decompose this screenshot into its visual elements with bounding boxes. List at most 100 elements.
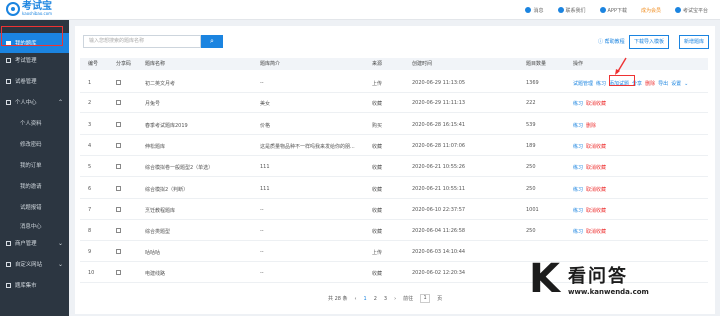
cell-intro: 111 [260, 164, 270, 170]
row-action-link[interactable]: 练习 [573, 208, 583, 214]
share-icon[interactable] [116, 80, 121, 87]
page-1[interactable]: 1 [364, 296, 367, 302]
row-action-link[interactable]: 练习 [573, 229, 583, 235]
row-action-link[interactable]: 导出 [658, 81, 668, 87]
row-action-link[interactable]: 练习 [573, 101, 583, 107]
share-icon[interactable] [116, 186, 121, 193]
sidebar-item-invites[interactable]: 我的邀请 [0, 180, 69, 192]
col-share: 分享码 [116, 61, 132, 67]
sidebar-item-orders[interactable]: 我的订单 [0, 159, 69, 171]
topnav-app-download[interactable]: APP下载 [599, 7, 627, 14]
sidebar-item-merchant[interactable]: 商户管理 ⌄ [0, 237, 69, 249]
row-action-link[interactable]: 取消收藏 [586, 144, 606, 150]
topnav-label: 成为会员 [640, 7, 661, 14]
sidebar-item-error-report[interactable]: 试题报错 [0, 201, 69, 213]
cell-source: 上传 [372, 81, 383, 87]
cell-count: 222 [526, 100, 536, 106]
sidebar-item-change-password[interactable]: 修改密码 [0, 138, 69, 150]
sidebar-item-label: 我的邀请 [20, 184, 42, 190]
sidebar-item-custom-site[interactable]: 自定义网站 ⌄ [0, 258, 69, 270]
cell-count: 250 [526, 186, 536, 192]
topnav-messages[interactable]: 消息 [525, 7, 544, 14]
cell-intro: -- [260, 207, 264, 213]
topnav-user[interactable]: 考试宝平台 [674, 7, 708, 14]
search-button[interactable]: ⌕ [201, 35, 223, 48]
row-action-link[interactable]: 练习 [573, 187, 583, 193]
sidebar-item-profile[interactable]: 个人资料 [0, 117, 69, 129]
share-icon[interactable] [116, 122, 121, 129]
row-action-link[interactable]: 练习 [573, 165, 583, 171]
new-bank-button[interactable]: 新增题库 [679, 35, 710, 49]
chevron-down-icon[interactable]: ⌄ [684, 81, 688, 87]
share-icon[interactable] [116, 249, 121, 256]
cell-intro: -- [260, 270, 264, 276]
app-logo[interactable]: 考试宝 kaoshibao.com [6, 2, 52, 16]
row-action-link[interactable]: 取消收藏 [586, 101, 606, 107]
row-actions: 练习 取消收藏 [573, 143, 609, 150]
cell-no: 8 [88, 228, 92, 234]
row-action-link[interactable]: 练习 [573, 144, 583, 150]
cell-count: 1001 [526, 207, 539, 213]
row-action-link[interactable]: 取消收藏 [586, 187, 606, 193]
help-link[interactable]: ⓘ 帮助教程 [598, 38, 625, 45]
goto-input[interactable]: 1 [420, 294, 431, 303]
sidebar-item-paper-mgmt[interactable]: 试卷管理 [0, 75, 69, 87]
cell-created: 2020-06-10 22:37:57 [412, 207, 466, 213]
row-action-link[interactable]: 取消收藏 [586, 229, 606, 235]
share-icon[interactable] [116, 270, 121, 277]
next-page-icon[interactable]: › [394, 296, 396, 302]
market-icon [6, 282, 11, 288]
share-icon[interactable] [116, 143, 121, 150]
row-action-link[interactable]: 设置 [671, 81, 681, 87]
page-3[interactable]: 3 [384, 296, 387, 302]
search-input[interactable]: 输入您想搜索的题库名称 [83, 35, 201, 48]
sidebar-item-exam-mgmt[interactable]: 考试管理 [0, 54, 69, 66]
help-label: 帮助教程 [604, 39, 625, 45]
sidebar-item-messages[interactable]: 消息中心 [0, 220, 69, 232]
col-intro: 题库简介 [260, 61, 281, 67]
cell-name: 春季考试题库2019 [145, 123, 188, 129]
row-action-link[interactable]: 取消收藏 [586, 165, 606, 171]
cell-count: 1369 [526, 80, 539, 86]
prev-page-icon[interactable]: ‹ [355, 296, 357, 302]
merchant-icon [6, 240, 11, 246]
page-2[interactable]: 2 [374, 296, 377, 302]
pagination: 共 28 条 ‹ 1 2 3 › 前往 1 页 [328, 294, 442, 303]
cell-name: 综合模拟2（判断） [145, 187, 189, 193]
download-template-button[interactable]: 下载导入模板 [629, 35, 670, 49]
watermark: K 看问答 www.kanwenda.com [529, 251, 715, 306]
row-actions: 练习 删除 [573, 122, 599, 129]
row-action-link[interactable]: 删除 [645, 81, 655, 87]
cell-created: 2020-06-02 12:20:34 [412, 270, 466, 276]
row-action-link[interactable]: 练习 [573, 123, 583, 129]
row-action-link[interactable]: 练习 [596, 81, 606, 87]
sidebar-item-market[interactable]: 题库集市 [0, 279, 69, 291]
cell-name: 咕咕咕 [145, 250, 161, 256]
share-icon[interactable] [116, 100, 121, 107]
row-action-link[interactable]: 删除 [586, 123, 596, 129]
cell-created: 2020-06-29 11:13:05 [412, 80, 466, 86]
row-action-link[interactable]: 取消收藏 [586, 208, 606, 214]
page-unit: 页 [437, 296, 443, 302]
cell-intro: -- [260, 228, 264, 234]
share-icon[interactable] [116, 164, 121, 171]
arrow-icon [615, 57, 627, 75]
share-icon[interactable] [116, 228, 121, 235]
sidebar-item-label: 考试管理 [15, 58, 37, 64]
cell-intro: 美女 [260, 101, 271, 107]
watermark-title: 看问答 [568, 265, 628, 287]
cell-source: 收藏 [372, 187, 383, 193]
cell-intro: 这是质量物品种不一样吗我来发给你的朋... [260, 144, 355, 150]
col-no: 编号 [88, 61, 99, 67]
topnav-label: APP下载 [607, 7, 627, 14]
sidebar-item-personal-center[interactable]: 个人中心 ⌃ [0, 96, 69, 108]
search-icon: ⌕ [210, 37, 214, 45]
topnav-label: 联系我们 [565, 7, 586, 14]
row-action-link[interactable]: 试题管理 [573, 81, 593, 87]
topnav-vip[interactable]: 成为会员 [641, 7, 661, 14]
share-icon[interactable] [116, 207, 121, 214]
cell-created: 2020-06-21 10:55:26 [412, 164, 466, 170]
col-name: 题库名称 [145, 61, 166, 67]
col-source: 来源 [372, 61, 383, 67]
topnav-contact[interactable]: 联系我们 [557, 7, 586, 14]
